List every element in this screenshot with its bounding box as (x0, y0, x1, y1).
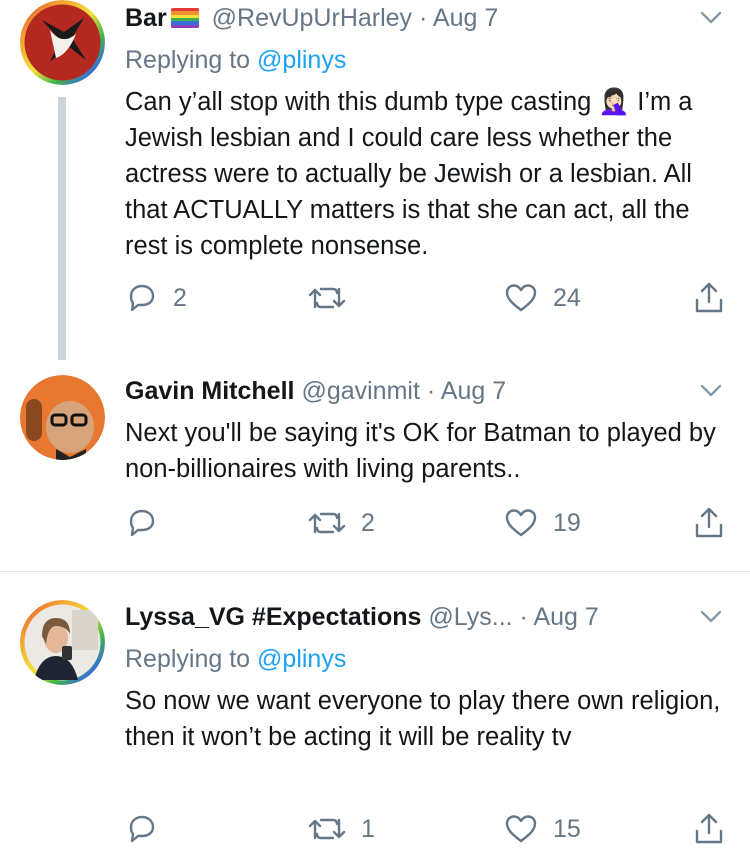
rainbow-flag-icon (170, 8, 199, 28)
like-button[interactable]: 15 (503, 809, 581, 849)
reply-button[interactable]: 2 (125, 278, 187, 318)
like-icon (505, 284, 537, 312)
tweet-actions: 1 15 (125, 809, 735, 849)
share-button[interactable] (691, 503, 727, 543)
reply-icon (129, 815, 155, 843)
share-button[interactable] (691, 809, 727, 849)
like-count: 24 (553, 283, 581, 312)
handle[interactable]: @RevUpUrHarley (212, 4, 412, 32)
like-count: 15 (553, 814, 581, 843)
thread-line (58, 97, 66, 360)
replying-to: Replying to @plinys (125, 42, 346, 78)
replying-to-prefix: Replying to (125, 46, 251, 74)
tweet-actions: 2 19 (125, 503, 735, 543)
tweet-text: So now we want everyone to play there ow… (125, 687, 721, 751)
like-button[interactable]: 24 (503, 278, 581, 318)
tweet-text: Next you'll be saying it's OK for Batman… (125, 419, 716, 483)
like-icon (505, 815, 537, 843)
retweet-button[interactable]: 2 (307, 503, 375, 543)
display-name[interactable]: Gavin Mitchell (125, 377, 294, 405)
tweet-header: Lyssa_VG #Expectations @Lys... · Aug 7 (125, 599, 690, 635)
avatar[interactable] (20, 0, 105, 85)
handle[interactable]: @gavinmit (301, 377, 419, 405)
avatar[interactable] (20, 375, 105, 460)
separator-dot: · (519, 603, 528, 631)
separator-dot: · (426, 377, 436, 405)
tweet-3[interactable]: Lyssa_VG #Expectations @Lys... · Aug 7 R… (0, 572, 750, 853)
retweet-button[interactable]: 1 (307, 809, 375, 849)
handle[interactable]: @Lys... (428, 603, 512, 631)
share-icon (695, 282, 723, 313)
separator-dot: · (419, 4, 428, 32)
timestamp[interactable]: Aug 7 (433, 4, 498, 32)
retweet-icon (308, 512, 346, 534)
avatar[interactable] (20, 600, 105, 685)
timestamp[interactable]: Aug 7 (533, 603, 598, 631)
share-icon (695, 507, 723, 538)
retweet-button[interactable] (307, 278, 361, 318)
tweet-1[interactable]: Bar @RevUpUrHarley · Aug 7 Replying to @… (0, 0, 750, 360)
timestamp[interactable]: Aug 7 (441, 377, 506, 405)
chevron-down-icon[interactable] (696, 2, 726, 32)
like-count: 19 (553, 508, 581, 537)
tweet-header: Gavin Mitchell @gavinmit · Aug 7 (125, 373, 690, 409)
display-name[interactable]: Lyssa_VG #Expectations (125, 603, 421, 631)
replying-to: Replying to @plinys (125, 641, 346, 677)
reply-count: 2 (173, 283, 187, 312)
reply-button[interactable] (125, 809, 173, 849)
share-icon (695, 813, 723, 844)
reply-icon (129, 509, 155, 537)
retweet-icon (308, 818, 346, 840)
chevron-down-icon[interactable] (696, 375, 726, 405)
tweet-header: Bar @RevUpUrHarley · Aug 7 (125, 0, 690, 36)
like-button[interactable]: 19 (503, 503, 581, 543)
display-name[interactable]: Bar (125, 4, 167, 32)
replying-to-prefix: Replying to (125, 645, 251, 673)
retweet-icon (308, 287, 346, 309)
mention-link[interactable]: @plinys (257, 645, 346, 673)
retweet-count: 1 (361, 814, 375, 843)
tweet-actions: 2 24 (125, 278, 735, 318)
share-button[interactable] (691, 278, 727, 318)
mention-link[interactable]: @plinys (257, 46, 346, 74)
tweet-text: Can y’all stop with this dumb type casti… (125, 88, 693, 260)
tweet-2[interactable]: Gavin Mitchell @gavinmit · Aug 7 Next yo… (0, 360, 750, 572)
reply-icon (129, 284, 155, 312)
like-icon (505, 509, 537, 537)
chevron-down-icon[interactable] (696, 601, 726, 631)
reply-button[interactable] (125, 503, 173, 543)
retweet-count: 2 (361, 508, 375, 537)
